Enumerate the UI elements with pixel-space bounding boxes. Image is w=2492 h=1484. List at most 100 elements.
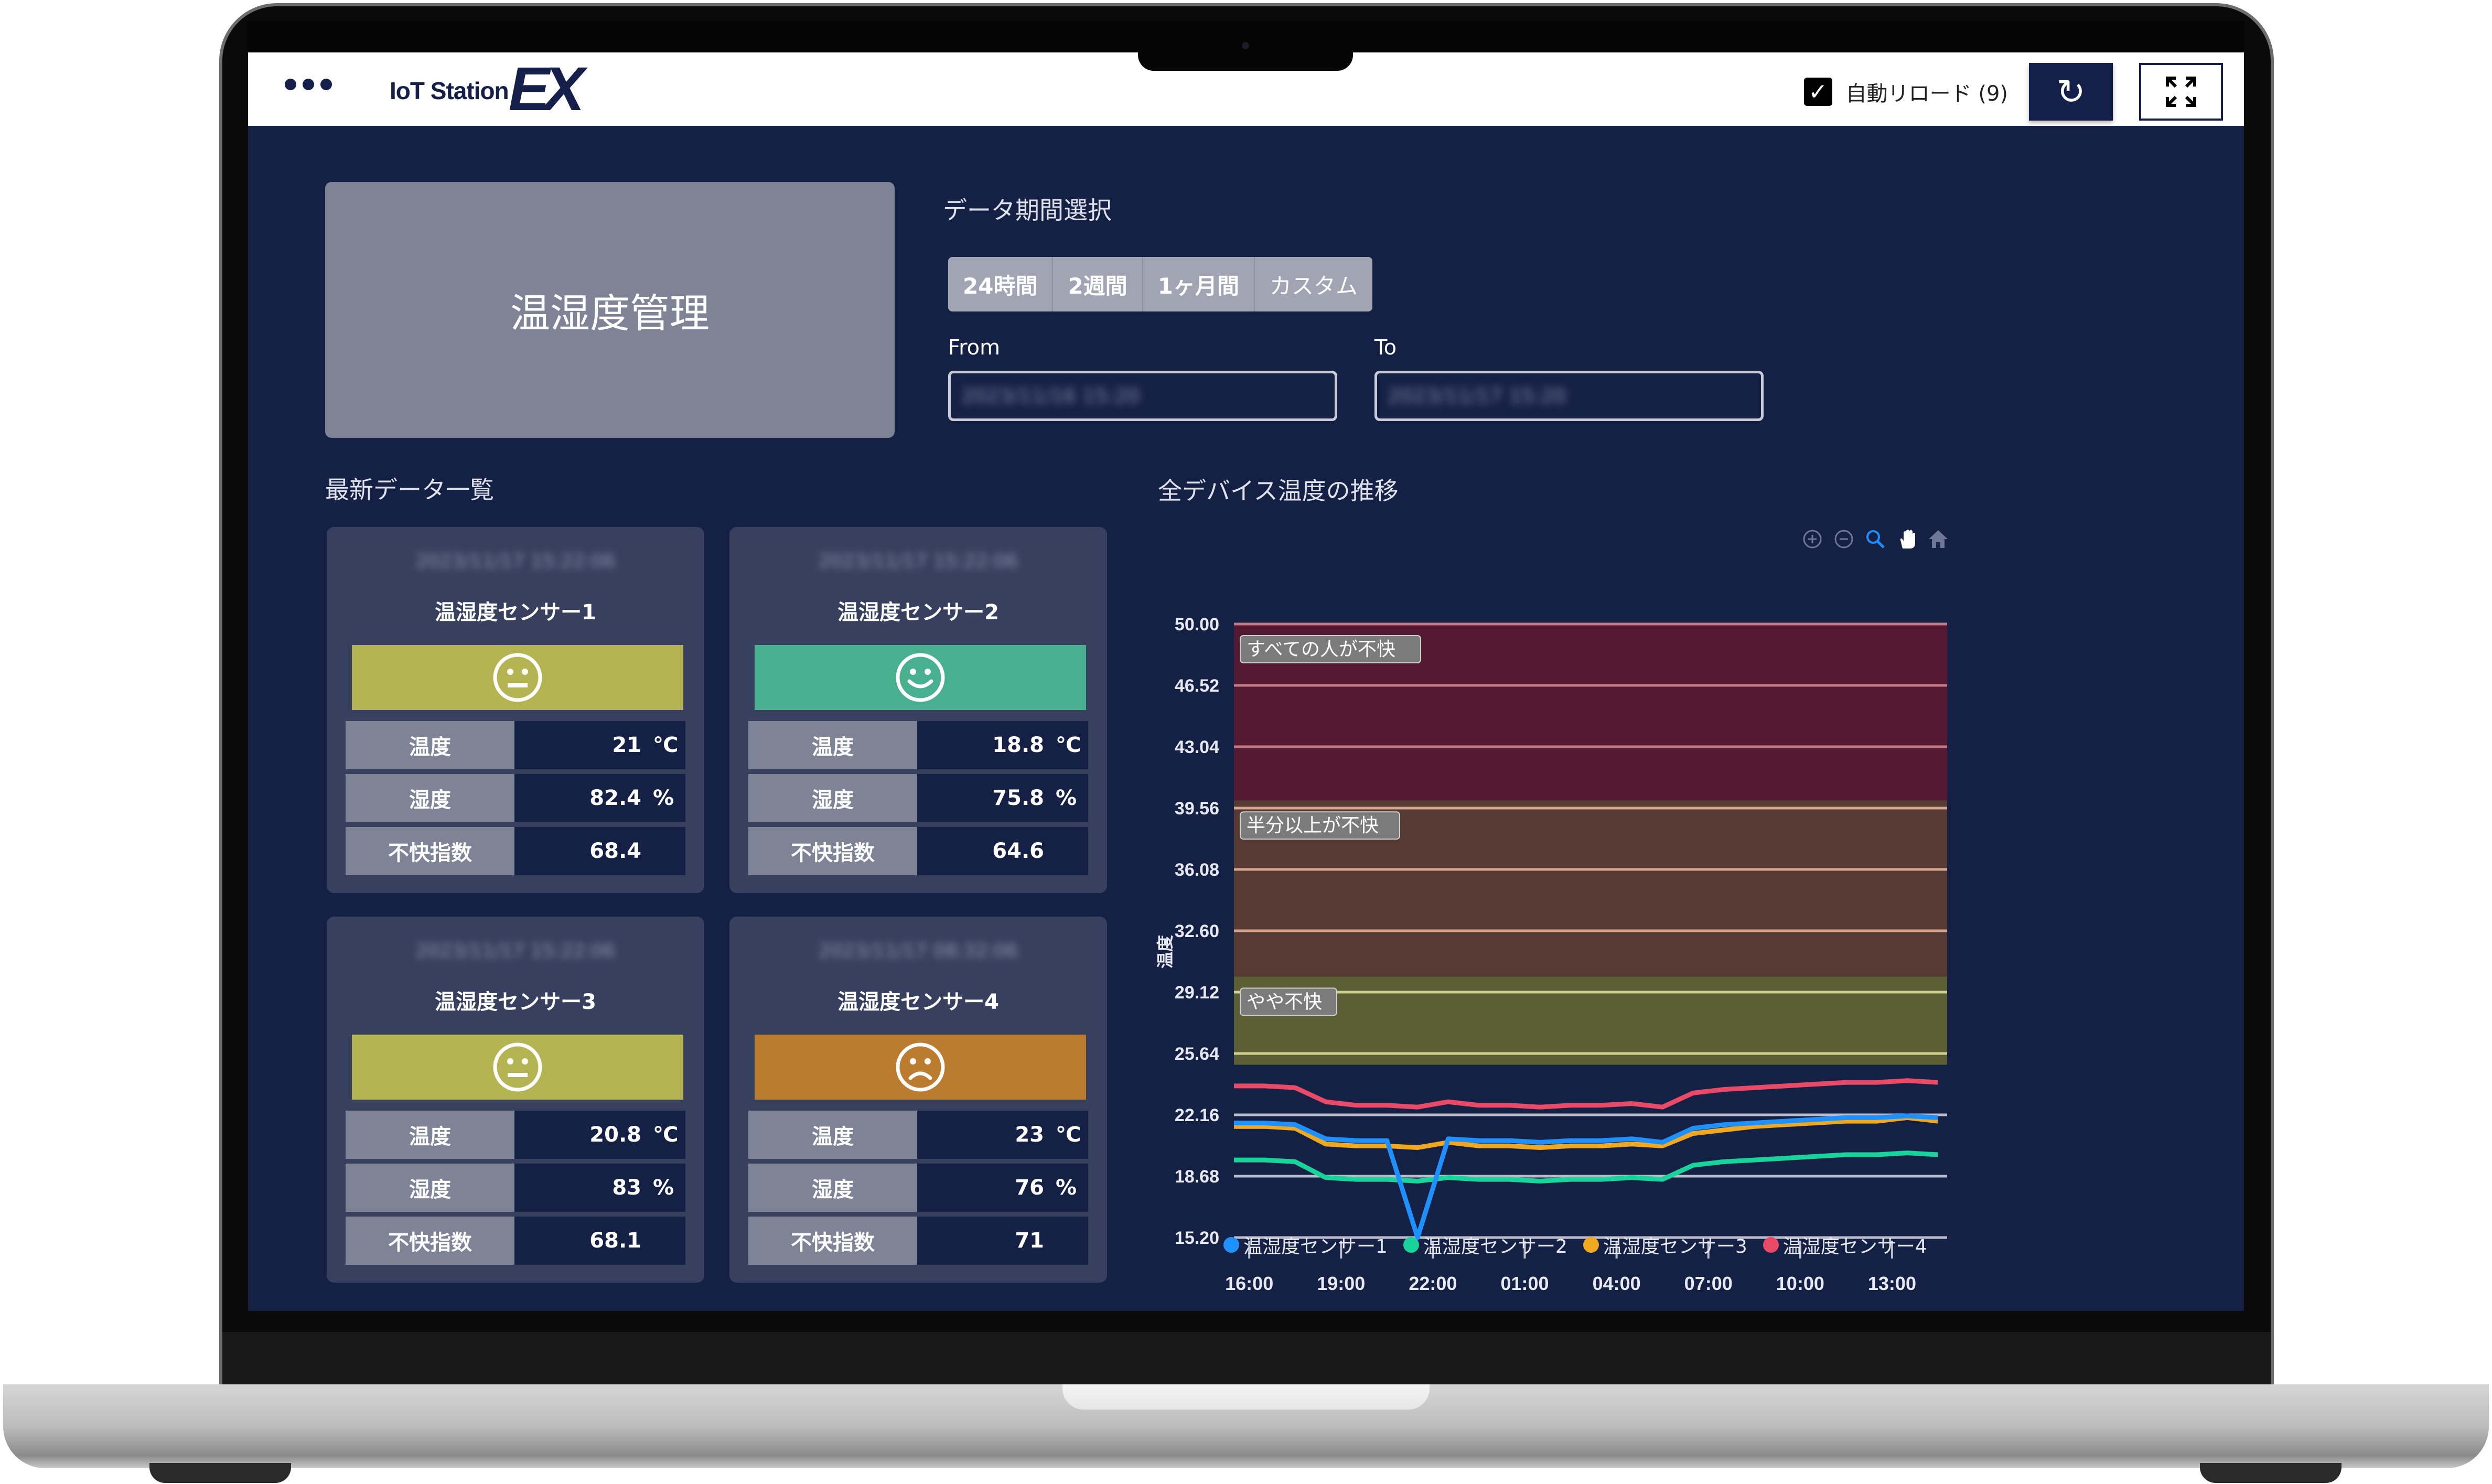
band-label: すべての人が不快 (1247, 639, 1395, 660)
to-label: To (1374, 336, 1397, 360)
comfort-status-bar (755, 645, 1086, 710)
legend-item[interactable]: 温湿度センサー3 (1583, 1231, 1747, 1259)
metric-unit: % (653, 786, 674, 810)
laptop-base (3, 1384, 2489, 1468)
metric-row: 不快指数 68.4 (346, 827, 685, 875)
sensor-name: 温湿度センサー1 (435, 600, 596, 625)
page-title-card: 温湿度管理 (325, 182, 895, 438)
legend-marker-icon (1583, 1237, 1599, 1253)
metric-value-cell: 68.1 (514, 1217, 685, 1265)
period-2w-button[interactable]: 2週間 (1053, 257, 1143, 311)
camera-notch (1138, 31, 1353, 71)
x-tick-label: 10:00 (1776, 1273, 1824, 1294)
more-menu-button[interactable] (285, 79, 332, 90)
metric-value: 20.8 (589, 1123, 641, 1147)
metric-row: 温度 23 ℃ (748, 1111, 1088, 1159)
fullscreen-button[interactable] (2139, 63, 2223, 121)
legend-marker-icon (1763, 1237, 1779, 1253)
metric-value: 21 (612, 733, 641, 757)
metric-value-cell: 83 % (514, 1164, 685, 1212)
dot (320, 79, 332, 90)
series-line-sensor-4 (1234, 1078, 1938, 1110)
legend-item[interactable]: 温湿度センサー4 (1763, 1231, 1927, 1259)
x-tick-label: 16:00 (1225, 1273, 1273, 1294)
metric-label: 温度 (346, 1111, 514, 1159)
zoom-in-button[interactable] (1800, 527, 1824, 551)
period-24h-button[interactable]: 24時間 (948, 257, 1054, 311)
period-1m-button[interactable]: 1ヶ月間 (1143, 257, 1255, 311)
y-tick-label: 18.68 (1175, 1167, 1219, 1187)
metric-unit: ℃ (653, 733, 679, 757)
zoom-in-icon (1803, 530, 1822, 549)
refresh-button[interactable]: ↻ (2029, 63, 2113, 121)
metric-value-cell: 68.4 (514, 827, 685, 875)
laptop-frame: IoT Station EX ✓ 自動リロード (9) ↻ 温湿度管理 データ期… (0, 0, 2492, 1484)
metric-value: 71 (1015, 1229, 1044, 1253)
page-title: 温湿度管理 (510, 290, 710, 337)
metric-label: 温度 (748, 721, 917, 769)
sensor-card: 2023/11/17 15:22:06 温湿度センサー1 温度 21 ℃ 湿度 … (327, 527, 704, 893)
y-tick-label: 32.60 (1175, 921, 1219, 941)
reset-zoom-button[interactable] (1926, 527, 1950, 551)
metric-unit: ℃ (1056, 1123, 1081, 1147)
to-date-input[interactable]: 2023/11/17 15:20 (1374, 371, 1764, 421)
legend-item[interactable]: 温湿度センサー1 (1223, 1231, 1388, 1259)
x-tick-label: 13:00 (1868, 1273, 1916, 1294)
metric-label: 湿度 (346, 1164, 514, 1212)
metric-row: 不快指数 68.1 (346, 1217, 685, 1265)
metric-value-cell: 20.8 ℃ (514, 1111, 685, 1159)
sensor-timestamp: 2023/11/17 15:22:06 (415, 940, 616, 962)
laptop-foot-left (149, 1463, 291, 1483)
from-label: From (948, 336, 1001, 360)
metric-value: 68.4 (589, 839, 641, 863)
metric-row: 温度 18.8 ℃ (748, 721, 1088, 769)
logo-text: IoT Station (390, 77, 509, 104)
comfort-status-bar (352, 1035, 683, 1100)
zoom-out-button[interactable] (1832, 527, 1856, 551)
zoom-select-button[interactable] (1863, 527, 1887, 551)
sensor-name: 温湿度センサー2 (837, 600, 999, 625)
sensor-card: 2023/11/17 15:22:06 温湿度センサー2 温度 18.8 ℃ 湿… (729, 527, 1107, 893)
metric-row: 湿度 83 % (346, 1164, 685, 1212)
sensor-card: 2023/11/17 08:32:06 温湿度センサー4 温度 23 ℃ 湿度 … (729, 917, 1107, 1283)
temperature-trend-chart: 50.00 46.52 43.04 39.56 36.08 32.60 29.12 25.64… (1155, 615, 1947, 1294)
auto-reload-checkbox[interactable]: ✓ (1803, 78, 1832, 106)
metric-label: 不快指数 (748, 827, 917, 875)
fullscreen-icon (2166, 77, 2196, 107)
zoom-out-icon (1834, 530, 1853, 549)
metric-row: 湿度 82.4 % (346, 774, 685, 822)
metric-value: 68.1 (589, 1229, 641, 1253)
sensor-timestamp: 2023/11/17 15:22:06 (415, 551, 616, 572)
metric-row: 温度 20.8 ℃ (346, 1111, 685, 1159)
series-line-sensor-3 (1234, 1115, 1939, 1150)
band-label: 半分以上が不快 (1247, 815, 1379, 836)
metric-label: 不快指数 (346, 827, 514, 875)
from-date-input[interactable]: 2023/11/16 15:20 (948, 371, 1337, 421)
legend-label: 温湿度センサー4 (1782, 1236, 1927, 1257)
reset-home-icon (1929, 530, 1948, 548)
check-icon: ✓ (1808, 78, 1828, 105)
period-button-group: 24時間 2週間 1ヶ月間 カスタム (948, 257, 1372, 311)
pan-button[interactable] (1895, 527, 1919, 551)
legend-marker-icon (1223, 1237, 1239, 1253)
y-tick-label: 25.64 (1175, 1044, 1219, 1064)
legend-label: 温湿度センサー3 (1603, 1236, 1747, 1257)
metric-label: 湿度 (748, 774, 917, 822)
y-tick-label: 50.00 (1175, 615, 1219, 635)
auto-reload-control: ✓ 自動リロード (9) (1803, 77, 2008, 107)
pan-hand-icon (1900, 530, 1915, 549)
sensor-name: 温湿度センサー3 (435, 990, 596, 1014)
sensor-name: 温湿度センサー4 (837, 990, 999, 1014)
period-custom-button[interactable]: カスタム (1255, 257, 1372, 311)
y-axis-label: 温度 (1155, 935, 1175, 969)
x-tick-label: 04:00 (1593, 1273, 1641, 1294)
metric-value: 83 (612, 1176, 641, 1200)
from-date-value: 2023/11/16 15:20 (961, 384, 1140, 407)
happy-face-icon (896, 653, 945, 702)
neutral-face-icon (493, 653, 542, 702)
sad-face-icon (896, 1042, 945, 1092)
metric-row: 不快指数 64.6 (748, 827, 1088, 875)
neutral-face-icon (493, 1042, 542, 1092)
legend-item[interactable]: 温湿度センサー2 (1403, 1231, 1567, 1259)
metric-label: 湿度 (748, 1164, 917, 1212)
